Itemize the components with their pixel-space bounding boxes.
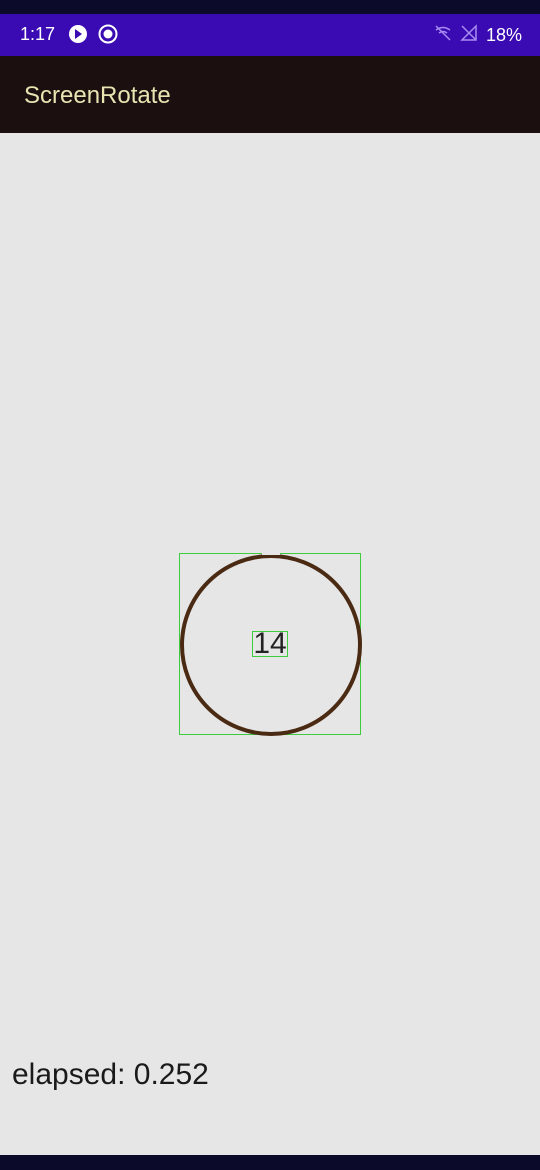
- signal-off-icon: [460, 24, 478, 47]
- elapsed-text: elapsed: 0.252: [12, 1058, 209, 1091]
- app-title: ScreenRotate: [24, 82, 171, 109]
- record-icon: [98, 24, 118, 44]
- play-store-icon: [68, 24, 88, 44]
- counter-box: 14: [252, 627, 288, 660]
- counter-value: 14: [253, 627, 287, 660]
- app-bar: ScreenRotate: [0, 56, 540, 133]
- status-bar: 1:17 18%: [0, 14, 540, 56]
- status-time: 1:17: [20, 24, 56, 44]
- bottom-navigation-strip: [0, 1155, 540, 1170]
- battery-percentage: 18%: [485, 25, 522, 45]
- top-strip: [0, 0, 540, 14]
- wifi-off-icon: [434, 24, 452, 47]
